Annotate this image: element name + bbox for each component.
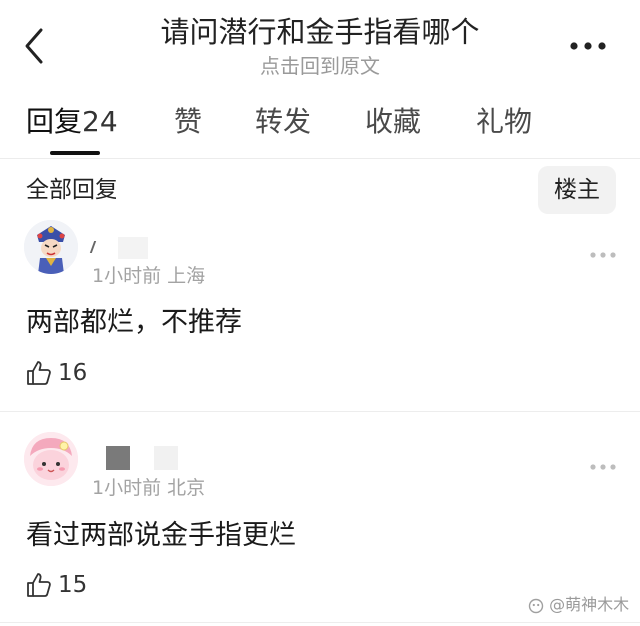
tab-gifts[interactable]: 礼物	[476, 100, 532, 144]
opera-character-avatar	[24, 220, 78, 274]
tab-replies-count: 24	[82, 105, 118, 138]
redacted-pixel	[106, 446, 130, 470]
like-count: 16	[58, 360, 88, 386]
comment-options-button[interactable]	[588, 245, 618, 265]
username[interactable]	[89, 234, 149, 259]
avatar[interactable]	[24, 220, 78, 274]
comment-text: 看过两部说金手指更烂	[26, 520, 296, 551]
watermark-logo-icon	[528, 598, 544, 613]
tabs-divider	[0, 158, 640, 159]
tab-replies-label: 回复	[26, 105, 83, 138]
redaction-mask	[116, 172, 144, 208]
avatar[interactable]	[24, 432, 78, 486]
active-tab-indicator	[50, 151, 100, 155]
tab-reposts[interactable]: 转发	[255, 100, 311, 144]
more-dots-icon	[590, 252, 616, 258]
watermark-text: @萌神木木	[549, 595, 630, 614]
all-replies-title: 全部回复	[26, 177, 118, 203]
comment-divider	[0, 622, 640, 623]
redacted-pixel	[154, 446, 178, 470]
op-only-button[interactable]: 楼主	[538, 166, 616, 214]
tab-likes[interactable]: 赞	[174, 100, 202, 144]
more-dots-icon	[570, 42, 606, 50]
pink-character-avatar	[24, 432, 78, 486]
page-title[interactable]: 请问潜行和金手指看哪个	[0, 12, 640, 52]
comment-location: 北京	[167, 477, 206, 499]
back-to-original-link[interactable]: 点击回到原文	[0, 52, 640, 80]
comment-meta: 1小时前 北京	[92, 474, 205, 502]
more-dots-icon	[590, 464, 616, 470]
tab-favorites[interactable]: 收藏	[365, 100, 421, 144]
comment-text: 两部都烂，不推荐	[26, 307, 242, 338]
more-button[interactable]	[566, 34, 610, 58]
comment-location: 上海	[167, 265, 206, 287]
like-button[interactable]: 16	[26, 360, 87, 386]
username[interactable]	[106, 446, 178, 470]
comment-divider	[0, 411, 640, 412]
thumbs-up-icon	[27, 573, 51, 597]
tab-replies[interactable]: 回复24	[26, 100, 118, 144]
comment-meta: 1小时前 上海	[92, 262, 205, 290]
comment-time: 1小时前	[92, 265, 162, 287]
like-count: 15	[58, 572, 88, 598]
comment-options-button[interactable]	[588, 457, 618, 477]
watermark: @萌神木木	[528, 591, 629, 615]
thumbs-up-icon	[27, 361, 51, 385]
comment-time: 1小时前	[92, 477, 162, 499]
like-button[interactable]: 15	[26, 572, 87, 598]
